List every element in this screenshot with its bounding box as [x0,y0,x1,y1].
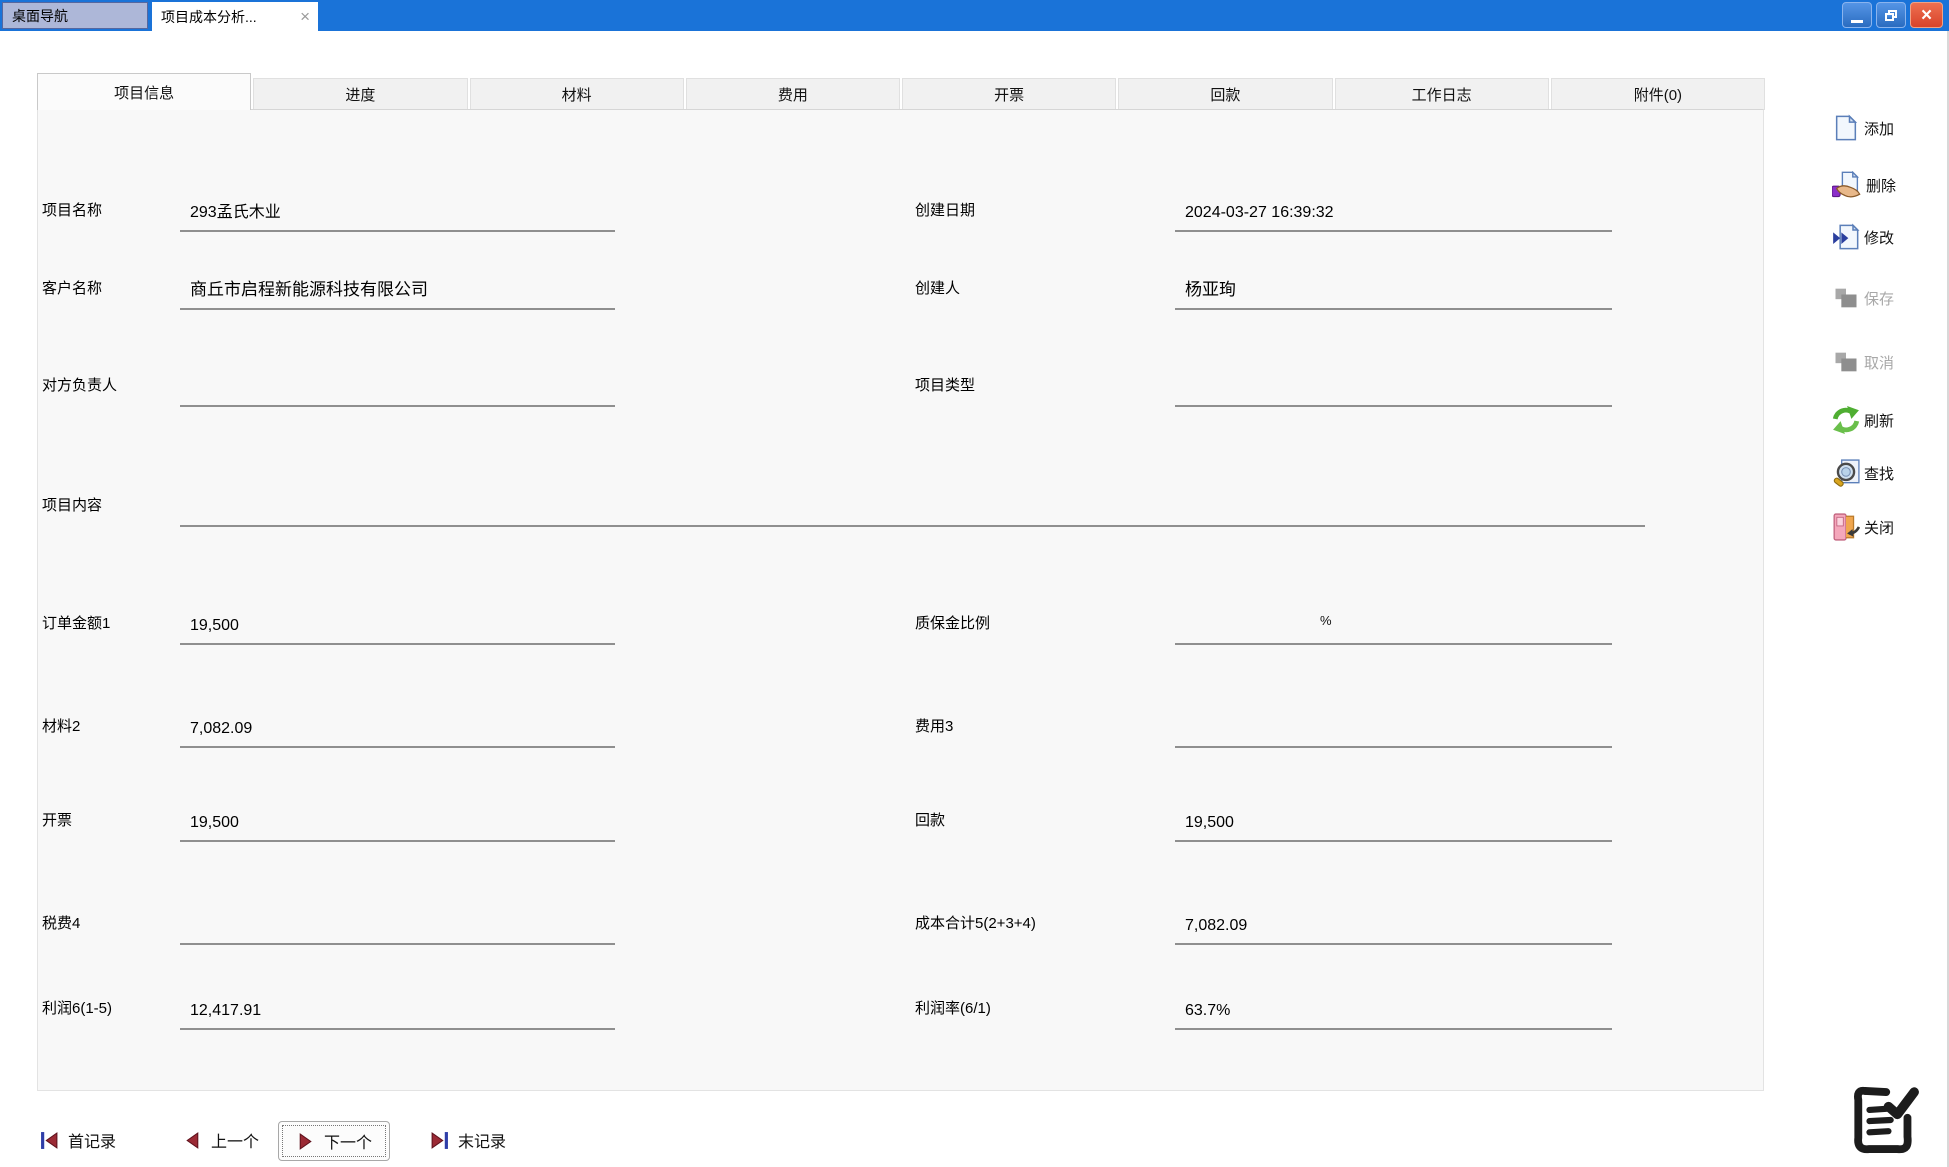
field-label: 项目内容 [42,494,102,515]
modify-button[interactable]: 修改 [1832,221,1894,253]
field-label: 客户名称 [42,277,102,298]
refresh-button[interactable]: 刷新 [1832,404,1894,436]
next-record-button[interactable]: 下一个 [278,1121,390,1161]
field-label: 项目名称 [42,199,102,220]
customer-name-input[interactable]: 商丘市启程新能源科技有限公司 [180,268,615,310]
invoiced-input[interactable]: 19,500 [180,800,615,842]
tab-attachment[interactable]: 附件(0) [1551,78,1765,110]
field-label: 税费4 [42,912,80,933]
field-label: 利润率(6/1) [915,997,991,1018]
next-record-icon [296,1132,315,1151]
tax-input[interactable] [180,903,615,945]
cancel-folder-icon [1832,348,1860,376]
field-label: 对方负责人 [42,374,117,395]
window-tab-project-cost[interactable]: 项目成本分析... × [152,2,318,31]
window-tab-desktop-nav[interactable]: 桌面导航 [2,2,148,29]
create-date-input[interactable]: 2024-03-27 16:39:32 [1175,190,1612,232]
field-label: 开票 [42,809,72,830]
field-label: 成本合计5(2+3+4) [915,912,1036,933]
form-tab-strip: 项目信息 进度 材料 费用 开票 回款 工作日志 附件(0) [37,75,1765,110]
modify-page-icon [1832,223,1860,251]
cancel-button[interactable]: 取消 [1832,346,1894,378]
window-tab-label: 项目成本分析... [161,7,257,27]
order-amount-input[interactable]: 19,500 [180,603,615,645]
minimize-icon [1851,20,1863,23]
profit-rate-input[interactable]: 63.7% [1175,988,1612,1030]
delete-button[interactable]: 删除 [1832,169,1896,201]
titlebar: 桌面导航 项目成本分析... × × [0,0,1949,31]
delete-hand-icon [1832,171,1862,199]
add-button[interactable]: 添加 [1832,112,1894,144]
material-input[interactable]: 7,082.09 [180,706,615,748]
refresh-arrows-icon [1832,406,1860,434]
restore-icon [1885,10,1897,21]
project-name-input[interactable]: 293孟氏木业 [180,190,615,232]
field-label: 费用3 [915,715,953,736]
close-icon: × [1921,6,1932,25]
find-button[interactable]: 查找 [1832,457,1894,489]
tab-progress[interactable]: 进度 [253,78,467,110]
window-controls: × [1842,2,1943,28]
project-type-input[interactable] [1175,365,1612,407]
tab-payment[interactable]: 回款 [1118,78,1332,110]
tab-expense[interactable]: 费用 [686,78,900,110]
search-magnifier-icon [1832,459,1860,487]
minimize-button[interactable] [1842,2,1872,28]
prev-record-icon [183,1131,202,1150]
window-tab-label: 桌面导航 [12,6,68,26]
close-panel-button[interactable]: 关闭 [1832,511,1894,543]
cost-total-input[interactable]: 7,082.09 [1175,903,1612,945]
app-window: { "titlebar": { "tabs": [ {"label": "桌面导… [0,0,1949,1167]
close-door-icon [1832,513,1860,541]
expense-input[interactable] [1175,706,1612,748]
field-label: 项目类型 [915,374,975,395]
creator-input[interactable]: 杨亚珣 [1175,268,1612,310]
field-label: 创建人 [915,277,960,298]
tab-worklog[interactable]: 工作日志 [1335,78,1549,110]
profit-input[interactable]: 12,417.91 [180,988,615,1030]
tab-material[interactable]: 材料 [470,78,684,110]
restore-button[interactable] [1876,2,1906,28]
document-check-icon [1848,1082,1920,1163]
last-record-button[interactable]: 末记录 [430,1128,506,1152]
field-label: 订单金额1 [42,612,110,633]
first-record-icon [40,1131,59,1150]
warranty-ratio-input[interactable] [1175,603,1612,645]
field-label: 创建日期 [915,199,975,220]
tab-invoice[interactable]: 开票 [902,78,1116,110]
field-label: 质保金比例 [915,612,990,633]
first-record-button[interactable]: 首记录 [40,1128,116,1152]
tab-close-icon[interactable]: × [298,8,312,25]
add-page-icon [1832,114,1860,142]
save-folder-icon [1832,284,1860,312]
save-button[interactable]: 保存 [1832,282,1894,314]
field-label: 回款 [915,809,945,830]
project-content-input[interactable] [180,485,1645,527]
last-record-icon [430,1131,449,1150]
tab-project-info[interactable]: 项目信息 [37,73,251,110]
received-input[interactable]: 19,500 [1175,800,1612,842]
close-button[interactable]: × [1910,2,1943,28]
percent-suffix: % [1320,613,1332,628]
field-label: 利润6(1-5) [42,997,112,1018]
field-label: 材料2 [42,715,80,736]
prev-record-button[interactable]: 上一个 [183,1128,259,1152]
counterpart-input[interactable] [180,365,615,407]
